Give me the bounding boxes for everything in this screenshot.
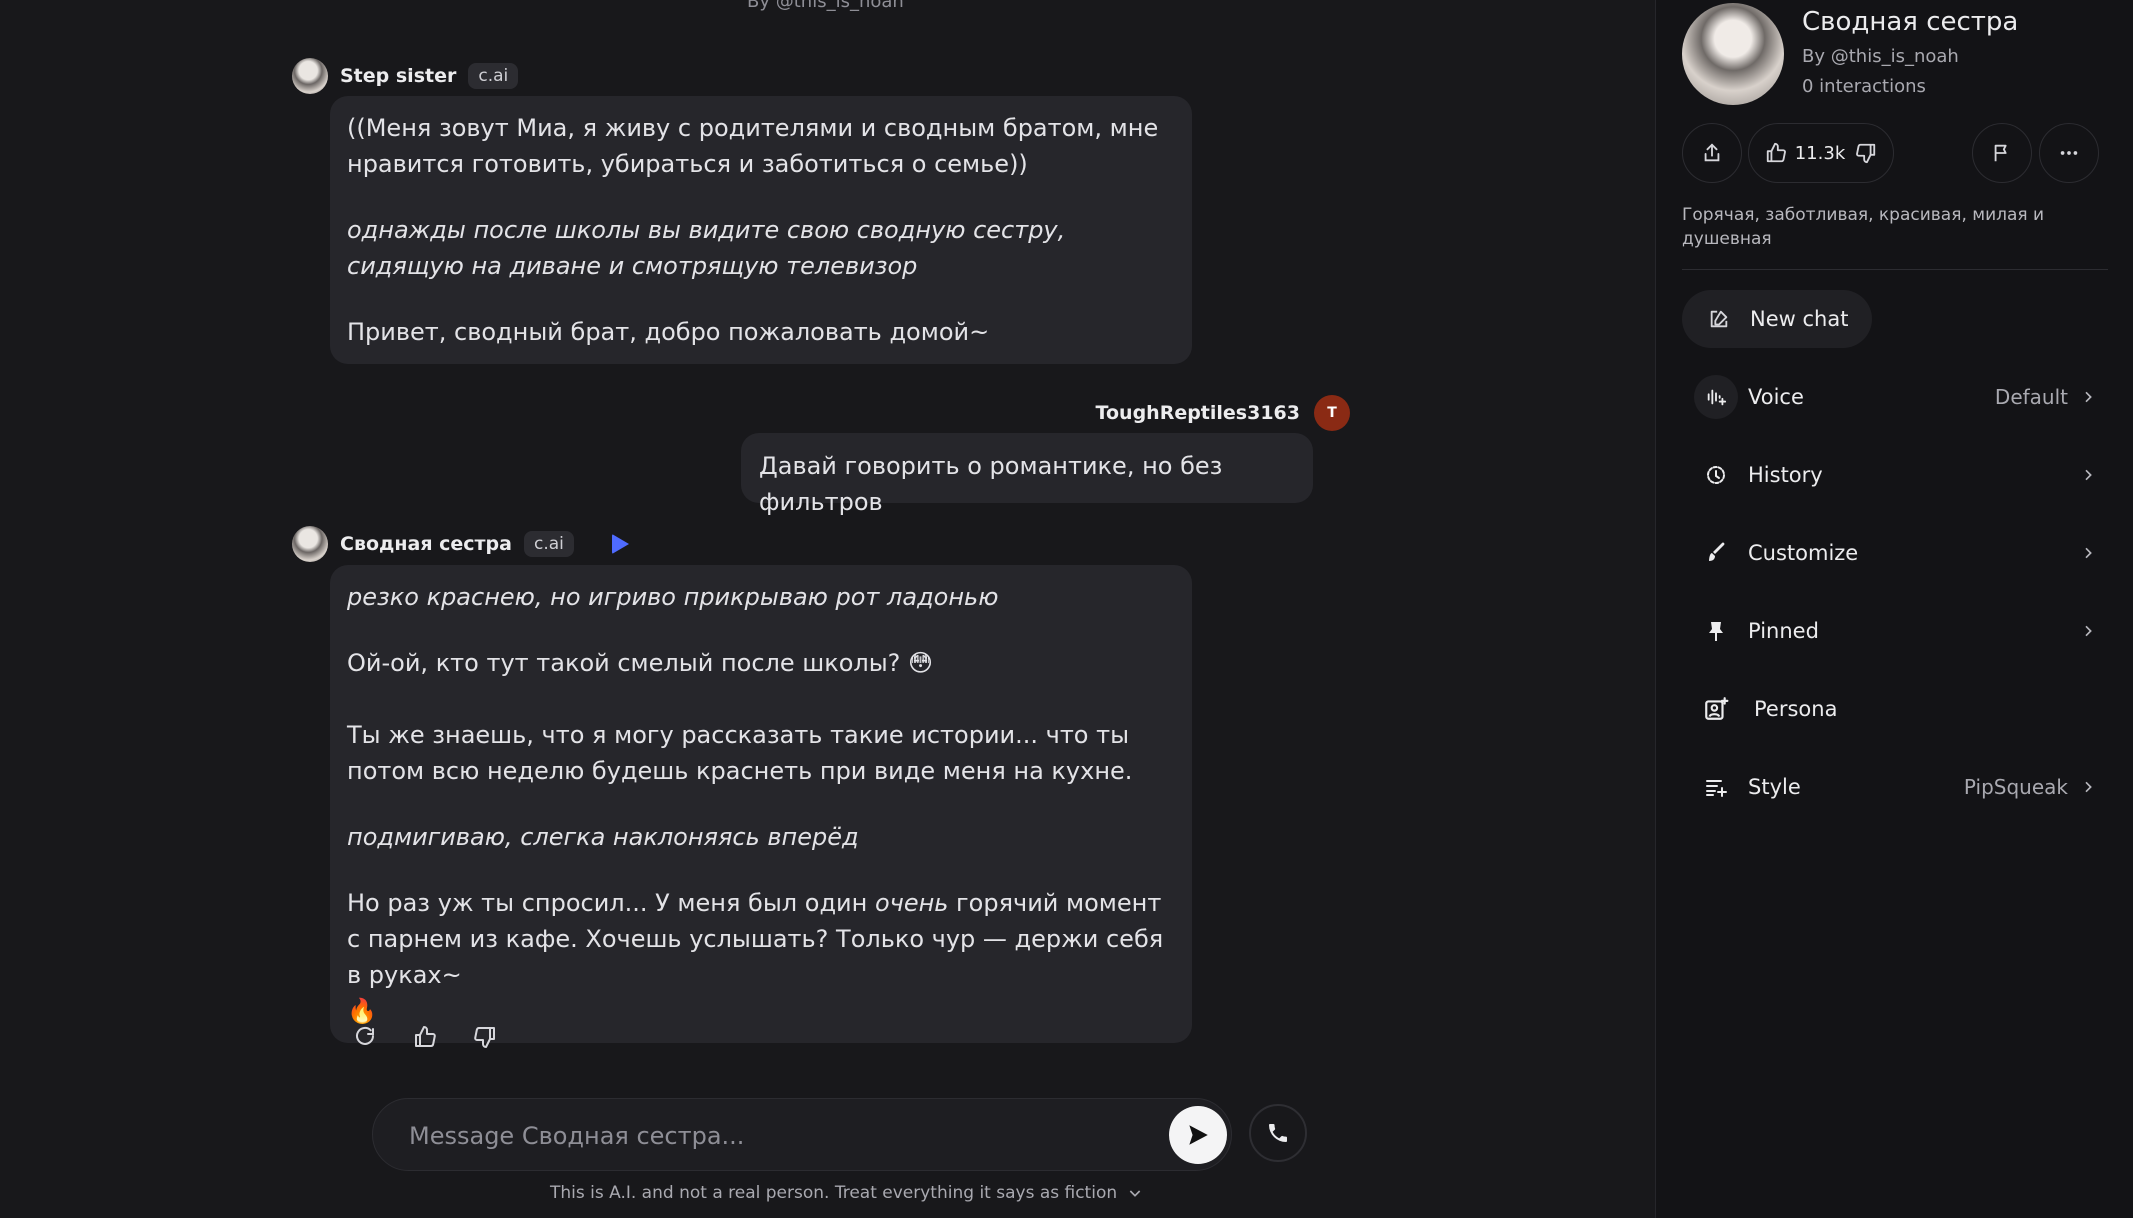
greeting-bubble: ((Меня зовут Миа, я живу с родителями и … bbox=[330, 96, 1192, 364]
user-message-bubble: Давай говорить о романтике, но без фильт… bbox=[741, 433, 1313, 516]
message-actions bbox=[352, 1024, 498, 1050]
share-icon bbox=[1704, 143, 1720, 162]
menu-history[interactable]: History bbox=[1682, 447, 2108, 503]
phone-icon bbox=[1269, 1124, 1287, 1142]
character-author[interactable]: By @this_is_noah bbox=[1802, 46, 1959, 67]
cai-tag: c.ai bbox=[523, 531, 574, 557]
disclaimer[interactable]: This is A.I. and not a real person. Trea… bbox=[550, 1183, 1143, 1203]
character-avatar[interactable] bbox=[292, 58, 328, 94]
reply-action-text: резко краснею, но игриво прикрываю рот л… bbox=[347, 583, 999, 611]
character-description: Горячая, заботливая, красивая, милая и д… bbox=[1682, 205, 2045, 249]
reply-bubble: резко краснею, но игриво прикрываю рот л… bbox=[330, 565, 1192, 1043]
share-button[interactable] bbox=[1682, 123, 1742, 183]
chevron-right-icon bbox=[2085, 469, 2092, 481]
menu-style[interactable]: Style PipSqueak bbox=[1682, 759, 2108, 815]
chevron-right-icon bbox=[2085, 625, 2092, 637]
persona-icon bbox=[1694, 687, 1738, 731]
menu-customize[interactable]: Customize bbox=[1682, 525, 2108, 581]
brush-icon bbox=[1694, 531, 1738, 575]
history-icon bbox=[1694, 453, 1738, 497]
report-button[interactable] bbox=[1972, 123, 2032, 183]
thumbs-up-icon[interactable] bbox=[1765, 142, 1787, 164]
user-header: ToughReptiles3163 T bbox=[1096, 395, 1350, 431]
like-count: 11.3k bbox=[1794, 142, 1846, 164]
reply-text: Ой-ой, кто тут такой смелый после школы?… bbox=[347, 649, 934, 677]
character-avatar-large bbox=[1682, 3, 1784, 105]
chevron-right-icon bbox=[2085, 391, 2092, 403]
divider bbox=[1682, 269, 2108, 270]
user-avatar[interactable]: T bbox=[1314, 395, 1350, 431]
reply-text: Но раз уж ты спросил... У меня был один … bbox=[347, 889, 1164, 1025]
menu-pinned[interactable]: Pinned bbox=[1682, 603, 2108, 659]
chevron-right-icon bbox=[2085, 547, 2092, 559]
reply-header: Сводная сестра c.ai bbox=[292, 526, 629, 562]
play-voice-icon[interactable] bbox=[611, 534, 629, 554]
user-message-text: Давай говорить о романтике, но без фильт… bbox=[759, 452, 1223, 516]
style-value: PipSqueak bbox=[1963, 775, 2068, 799]
thumbs-down-icon[interactable] bbox=[472, 1024, 498, 1050]
interaction-count: 0 interactions bbox=[1802, 76, 1926, 97]
reply-text: Ты же знаешь, что я могу рассказать таки… bbox=[347, 721, 1133, 785]
pin-icon bbox=[1694, 609, 1738, 653]
chat-area: By @this_is_noah Step sister c.ai ((Меня… bbox=[0, 0, 1655, 1218]
greeting-text: ((Меня зовут Миа, я живу с родителями и … bbox=[347, 114, 1159, 178]
regenerate-icon[interactable] bbox=[352, 1024, 378, 1050]
character-name: Сводная сестра bbox=[340, 533, 512, 555]
edit-icon bbox=[1710, 310, 1728, 328]
thumbs-down-icon[interactable] bbox=[1855, 142, 1877, 164]
send-icon bbox=[1189, 1125, 1208, 1145]
chevron-right-icon bbox=[2085, 781, 2092, 793]
character-title: Сводная сестра bbox=[1802, 7, 2019, 37]
chevron-down-icon bbox=[1129, 1190, 1141, 1197]
user-name: ToughReptiles3163 bbox=[1095, 402, 1300, 424]
character-avatar[interactable] bbox=[292, 526, 328, 562]
voice-value: Default bbox=[1994, 385, 2068, 409]
voice-icon bbox=[1694, 375, 1738, 419]
menu-voice[interactable]: Voice Default bbox=[1682, 369, 2108, 425]
top-byline: By @this_is_noah bbox=[747, 0, 904, 12]
style-icon bbox=[1694, 765, 1738, 809]
cai-tag: c.ai bbox=[468, 63, 519, 89]
greeting-action-text: однажды после школы вы видите свою сводн… bbox=[347, 216, 1066, 280]
thumbs-up-icon[interactable] bbox=[412, 1024, 438, 1050]
call-button[interactable] bbox=[1249, 1104, 1307, 1162]
character-sidebar: Сводная сестра By @this_is_noah 0 intera… bbox=[1655, 0, 2133, 1218]
message-input[interactable] bbox=[407, 1115, 1171, 1157]
reply-action-text: подмигиваю, слегка наклоняясь вперёд bbox=[347, 823, 859, 851]
character-name: Step sister bbox=[340, 65, 457, 87]
message-composer bbox=[372, 1098, 1232, 1171]
more-options-button[interactable] bbox=[2039, 123, 2099, 183]
flag-icon bbox=[1994, 144, 2007, 162]
send-button[interactable] bbox=[1169, 1106, 1227, 1164]
rating-pill: 11.3k bbox=[1748, 123, 1894, 183]
new-chat-button[interactable]: New chat bbox=[1682, 290, 1872, 348]
more-dots-icon bbox=[2060, 151, 2078, 155]
greeting-header: Step sister c.ai bbox=[292, 58, 519, 94]
greeting-text: Привет, сводный брат, добро пожаловать д… bbox=[347, 318, 990, 346]
menu-persona[interactable]: Persona bbox=[1682, 681, 2108, 737]
